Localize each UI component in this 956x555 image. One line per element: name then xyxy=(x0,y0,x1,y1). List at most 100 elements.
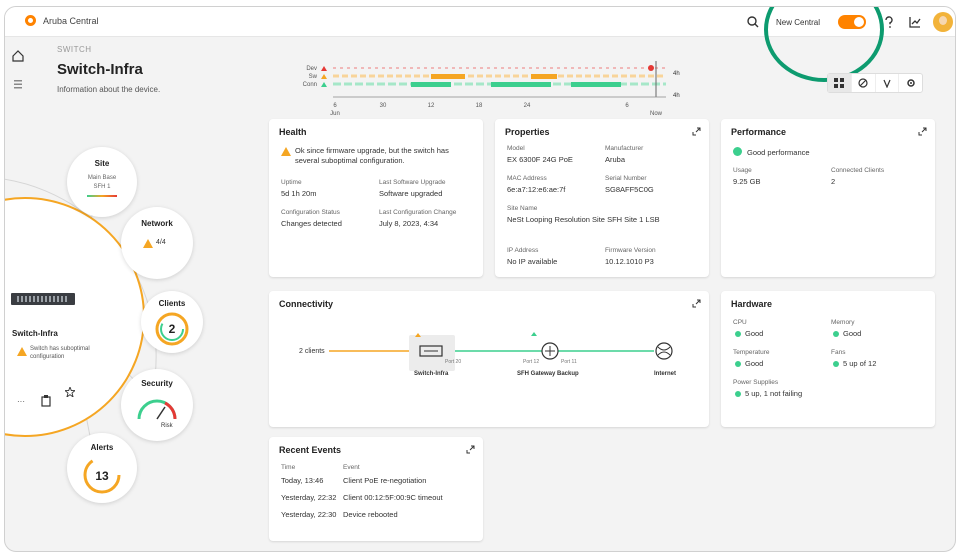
settings-view-button[interactable] xyxy=(899,74,922,92)
timeline-tick-sub: Now xyxy=(650,111,663,117)
timeline-end-label: 4h xyxy=(673,93,680,99)
connectivity-diagram: 2 clients Switch-Infra SFH Gateway Backu… xyxy=(299,332,676,377)
clipboard-icon[interactable] xyxy=(41,395,51,407)
connectivity-port: Port 20 xyxy=(445,359,461,365)
settings-icon xyxy=(906,79,915,87)
alerts-value: 13 xyxy=(95,469,109,483)
events-title: Recent Events xyxy=(279,445,342,455)
site-health-bar xyxy=(87,195,117,197)
expand-icon[interactable] xyxy=(692,127,701,136)
timeline-tick: 6 xyxy=(333,103,337,109)
clients-bubble[interactable]: Clients 2 xyxy=(141,291,203,353)
health-field-value: Changes detected xyxy=(281,219,342,228)
network-view-button[interactable] xyxy=(876,74,900,92)
security-bubble[interactable]: Security Risk xyxy=(121,369,193,441)
chart-icon[interactable] xyxy=(907,14,923,30)
connectivity-clients: 2 clients xyxy=(299,348,325,355)
hardware-label: Fans xyxy=(831,349,846,356)
event-timeline[interactable]: Dev Sw Conn 4h 4h 6 30 12 18 24 6 Jun No… xyxy=(301,57,696,119)
expand-icon[interactable] xyxy=(918,127,927,136)
hardware-card: Hardware CPU Good Memory Good Temperatur… xyxy=(721,291,935,427)
more-options-icon[interactable]: ··· xyxy=(17,397,25,406)
hardware-label: Power Supplies xyxy=(733,379,779,386)
network-value: 4/4 xyxy=(156,239,166,246)
status-dot xyxy=(735,361,741,367)
timeline-row-label: Dev xyxy=(306,66,317,72)
hardware-value: Good xyxy=(745,359,764,368)
network-bubble[interactable]: Network 4/4 xyxy=(121,207,193,279)
timeline-tick: 30 xyxy=(380,103,387,109)
user-avatar[interactable] xyxy=(933,12,953,32)
highlight-annotation-ring xyxy=(764,7,884,82)
health-field-value: 5d 1h 20m xyxy=(281,189,317,198)
properties-title: Properties xyxy=(505,127,550,137)
avatar-face xyxy=(939,16,947,25)
timeline-row-label: Conn xyxy=(303,82,317,88)
performance-field-label: Usage xyxy=(733,167,752,174)
property-value: No IP available xyxy=(507,257,558,266)
hardware-label: Temperature xyxy=(733,349,770,356)
property-label: MAC Address xyxy=(507,175,547,182)
alerts-bubble[interactable]: Alerts 13 xyxy=(67,433,137,503)
view-switcher xyxy=(827,73,923,93)
property-value: 6e:a7:12:e6:ae:7f xyxy=(507,185,566,194)
topology-view-button[interactable] xyxy=(852,74,876,92)
performance-field-label: Connected Clients xyxy=(831,167,885,174)
connectivity-switch: Switch-Infra xyxy=(414,371,449,377)
connectivity-internet: Internet xyxy=(654,371,676,377)
timeline-tick: 24 xyxy=(524,103,531,109)
health-field-label: Configuration Status xyxy=(281,209,340,216)
event-text[interactable]: Client PoE re-negotiation xyxy=(343,476,426,485)
event-time: Yesterday, 22:32 xyxy=(281,493,337,502)
site-title: Site xyxy=(94,159,110,168)
connectivity-gateway: SFH Gateway Backup xyxy=(517,371,579,377)
search-icon[interactable] xyxy=(745,14,761,30)
property-value: SG8AFF5C0G xyxy=(605,185,654,194)
topology-icon xyxy=(858,78,868,88)
properties-card: Properties Model EX 6300F 24G PoE Manufa… xyxy=(495,119,709,277)
property-label: IP Address xyxy=(507,247,539,254)
network-icon xyxy=(883,79,891,88)
aruba-logo-icon xyxy=(25,15,36,26)
timeline-tick: 18 xyxy=(476,103,483,109)
site-line2: SFH 1 xyxy=(93,184,111,190)
performance-card: Performance Good performance Usage 9.25 … xyxy=(721,119,935,277)
recent-events-card: Recent Events Time Event Today, 13:46 Cl… xyxy=(269,437,483,541)
warning-icon xyxy=(143,239,153,248)
performance-field-value: 2 xyxy=(831,177,836,186)
security-value: Risk xyxy=(161,423,173,429)
timeline-tick-sub: Jun xyxy=(330,111,340,117)
event-text[interactable]: Device rebooted xyxy=(343,510,398,519)
warning-icon xyxy=(281,147,291,156)
health-title: Health xyxy=(279,127,307,137)
connectivity-port: Port 11 xyxy=(561,359,577,365)
hardware-label: Memory xyxy=(831,319,855,326)
expand-icon[interactable] xyxy=(466,445,475,454)
clients-value: 2 xyxy=(168,322,176,336)
alerts-title: Alerts xyxy=(90,443,114,452)
hardware-value: Good xyxy=(745,329,764,338)
device-name: Switch-Infra xyxy=(12,329,58,338)
hardware-value: Good xyxy=(843,329,862,338)
event-text[interactable]: Client 00:12:5F:00:9C timeout xyxy=(343,493,443,502)
grid-view-button[interactable] xyxy=(828,74,852,92)
event-time: Yesterday, 22:30 xyxy=(281,510,337,519)
health-field-value: Software upgraded xyxy=(379,189,443,198)
property-value: Aruba xyxy=(605,155,626,164)
star-icon[interactable] xyxy=(65,387,75,397)
status-dot xyxy=(735,331,741,337)
property-value: EX 6300F 24G PoE xyxy=(507,155,573,164)
site-bubble[interactable]: Site Main Base SFH 1 xyxy=(67,147,137,217)
warning-icon xyxy=(17,347,27,356)
performance-status: Good performance xyxy=(747,148,810,157)
status-dot xyxy=(735,391,741,397)
property-label: Site Name xyxy=(507,205,538,212)
site-line1: Main Base xyxy=(87,175,117,181)
health-field-label: Last Configuration Change xyxy=(379,209,457,216)
property-value: 10.12.1010 P3 xyxy=(605,257,654,266)
switch-device-image xyxy=(11,293,75,305)
events-col-time: Time xyxy=(281,464,296,471)
performance-status-dot xyxy=(733,147,742,156)
health-field-value: July 8, 2023, 4:34 xyxy=(379,219,439,228)
hardware-value: 5 up of 12 xyxy=(843,359,877,368)
